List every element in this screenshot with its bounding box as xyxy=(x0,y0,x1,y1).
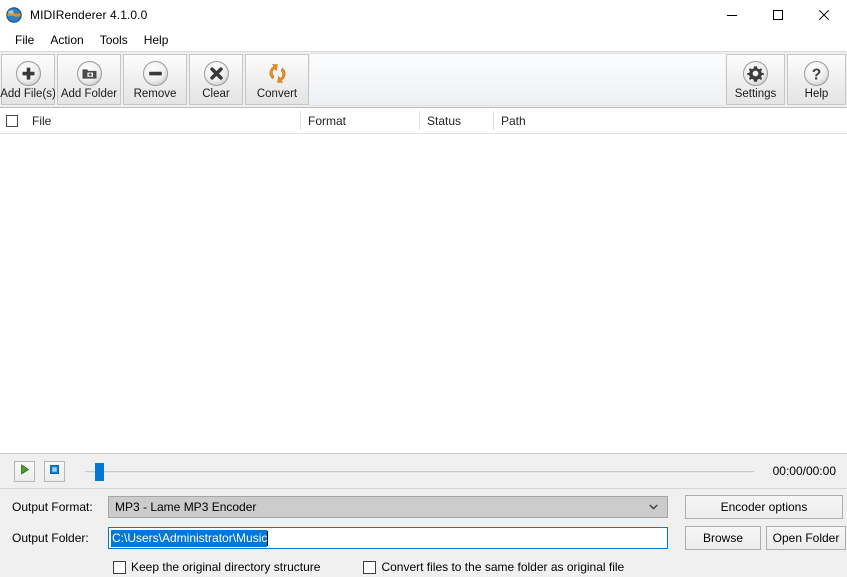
window-controls xyxy=(709,0,847,30)
convert-arrows-icon xyxy=(263,59,291,87)
help-label: Help xyxy=(804,88,829,100)
keep-structure-checkbox[interactable] xyxy=(113,560,126,574)
output-format-select[interactable]: MP3 - Lame MP3 Encoder xyxy=(108,496,668,518)
output-folder-row: Output Folder: C:\Users\Administrator\Mu… xyxy=(0,526,847,550)
add-folder-label: Add Folder xyxy=(60,88,118,100)
settings-label: Settings xyxy=(734,88,777,100)
playback-slider[interactable] xyxy=(85,461,761,482)
column-header-format-label: Format xyxy=(308,113,347,128)
column-header-path-label: Path xyxy=(501,113,526,128)
playback-time: 00:00/00:00 xyxy=(772,464,836,478)
toolbar-left-group: Add File(s) Add Folder Remove Clear Conv… xyxy=(0,52,310,107)
player-bar: 00:00/00:00 xyxy=(0,454,847,489)
application-window: MIDIRenderer 4.1.0.0 File Action Tools H… xyxy=(0,0,847,577)
minus-circle-icon xyxy=(141,59,169,87)
close-button[interactable] xyxy=(801,0,847,30)
column-header-format[interactable]: Format xyxy=(300,108,419,133)
playback-slider-track xyxy=(85,470,754,474)
output-format-value: MP3 - Lame MP3 Encoder xyxy=(115,500,257,514)
folder-add-icon xyxy=(75,59,103,87)
remove-button[interactable]: Remove xyxy=(123,54,187,105)
toolbar: Add File(s) Add Folder Remove Clear Conv… xyxy=(0,51,847,108)
clear-button[interactable]: Clear xyxy=(189,54,243,105)
cross-circle-icon xyxy=(202,59,230,87)
output-format-row: Output Format: MP3 - Lame MP3 Encoder En… xyxy=(0,495,847,519)
column-header-status[interactable]: Status xyxy=(419,108,493,133)
chevron-down-icon xyxy=(649,504,658,510)
open-folder-button[interactable]: Open Folder xyxy=(766,526,846,550)
svg-text:?: ? xyxy=(812,66,821,83)
menu-bar: File Action Tools Help xyxy=(0,30,847,51)
minimize-button[interactable] xyxy=(709,0,755,30)
select-all-checkbox[interactable] xyxy=(6,114,18,127)
convert-button[interactable]: Convert xyxy=(245,54,309,105)
menu-help[interactable]: Help xyxy=(136,31,177,50)
output-folder-input[interactable]: C:\Users\Administrator\Music xyxy=(108,527,668,549)
file-list-body[interactable] xyxy=(0,134,847,454)
stop-button[interactable] xyxy=(44,460,65,482)
toolbar-right-group: Settings ? Help xyxy=(725,52,847,107)
column-header-file-label: File xyxy=(32,113,52,128)
globe-icon xyxy=(6,7,22,23)
output-format-label: Output Format: xyxy=(12,500,93,514)
clear-label: Clear xyxy=(202,88,230,100)
window-title: MIDIRenderer 4.1.0.0 xyxy=(30,8,148,22)
menu-action[interactable]: Action xyxy=(42,31,91,50)
remove-label: Remove xyxy=(133,88,177,100)
add-files-button[interactable]: Add File(s) xyxy=(0,54,56,105)
add-folder-button[interactable]: Add Folder xyxy=(57,54,121,105)
menu-file[interactable]: File xyxy=(7,31,42,50)
plus-circle-icon xyxy=(14,59,42,87)
output-folder-label: Output Folder: xyxy=(12,531,89,545)
convert-label: Convert xyxy=(256,88,298,100)
stop-square-icon xyxy=(48,463,61,479)
question-mark-icon: ? xyxy=(803,59,831,87)
output-options-row: Keep the original directory structure Co… xyxy=(0,557,847,577)
column-header-file[interactable]: File xyxy=(0,108,300,133)
same-folder-checkbox[interactable] xyxy=(363,560,377,574)
maximize-button[interactable] xyxy=(755,0,801,30)
help-button[interactable]: ? Help xyxy=(787,54,846,105)
playback-slider-thumb[interactable] xyxy=(95,462,104,481)
keep-structure-label[interactable]: Keep the original directory structure xyxy=(131,560,320,574)
toolbar-filler xyxy=(310,53,725,106)
same-folder-label[interactable]: Convert files to the same folder as orig… xyxy=(381,560,624,574)
settings-button[interactable]: Settings xyxy=(726,54,785,105)
menu-tools[interactable]: Tools xyxy=(92,31,136,50)
add-files-label: Add File(s) xyxy=(0,88,56,100)
file-list-header: File Format Status Path xyxy=(0,108,847,134)
column-header-status-label: Status xyxy=(427,113,462,128)
title-bar: MIDIRenderer 4.1.0.0 xyxy=(0,0,847,30)
output-folder-value: C:\Users\Administrator\Music xyxy=(111,529,268,547)
play-triangle-icon xyxy=(18,463,31,479)
column-header-path[interactable]: Path xyxy=(493,108,847,133)
text-caret xyxy=(267,530,269,546)
play-button[interactable] xyxy=(14,460,35,482)
gear-icon xyxy=(742,59,770,87)
output-settings-panel: Output Format: MP3 - Lame MP3 Encoder En… xyxy=(0,489,847,577)
browse-button[interactable]: Browse xyxy=(685,526,761,550)
encoder-options-button[interactable]: Encoder options xyxy=(685,495,843,519)
